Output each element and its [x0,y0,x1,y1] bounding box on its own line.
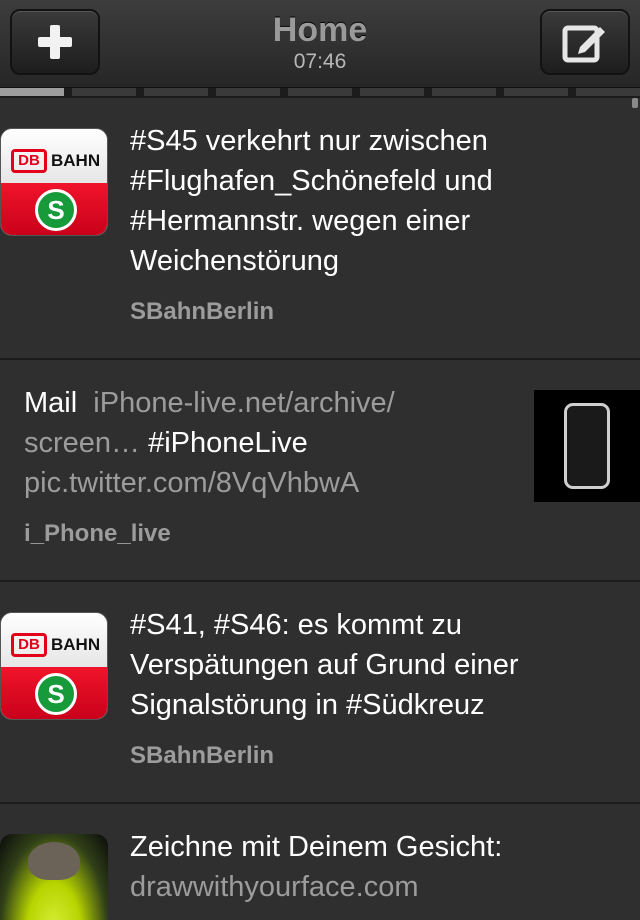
tweet-line: #S41, #S46: es kommt zu [130,609,463,641]
sbahn-icon: S [35,673,77,715]
tweet-link[interactable]: iPhone-live.net/archive/ [93,387,394,419]
tweet-word: Mail [24,387,78,419]
bahn-label: BAHN [51,151,101,170]
db-logo: DB [11,149,47,173]
tab-indicator[interactable] [216,88,284,96]
add-button[interactable] [10,9,100,75]
tweet-line: #Flughafen_Schönefeld und [130,165,493,197]
media-thumbnail[interactable] [534,390,640,502]
compose-icon [562,25,605,63]
tweet-line: Signalstörung in #Südkreuz [130,689,485,721]
sbahn-icon: S [35,189,77,231]
phone-icon [564,403,610,489]
tweet-author[interactable]: SBahnBerlin [130,742,274,770]
tweet-line: Weichenstörung [130,245,340,277]
tab-indicator[interactable] [576,88,640,96]
tweet-link[interactable]: drawwithyourface.com [130,867,502,907]
page-indicator-strip [0,88,640,98]
photo-head [28,842,80,880]
db-logo: DB [11,633,47,657]
tweet-link[interactable]: screen… [24,427,140,459]
tweet-text: Mail iPhone-live.net/archive/ screen… #i… [24,383,395,503]
compose-button[interactable] [540,9,630,75]
avatar[interactable]: DB BAHN S [0,128,108,236]
tweet-row[interactable]: Mail iPhone-live.net/archive/ screen… #i… [0,360,640,582]
tab-indicator[interactable] [144,88,212,96]
tweet-row[interactable]: DB BAHN S #S45 verkehrt nur zwischen #Fl… [0,98,640,360]
tweet-link[interactable]: pic.twitter.com/8VqVhbwA [24,467,359,499]
clock-time: 07:46 [293,50,347,73]
hashtag[interactable]: #iPhoneLive [148,427,308,459]
tweet-row[interactable]: DB BAHN S #S41, #S46: es kommt zu Verspä… [0,582,640,804]
tweet-text: #S45 verkehrt nur zwischen #Flughafen_Sc… [130,121,493,281]
tweet-row[interactable]: Zeichne mit Deinem Gesicht: drawwithyour… [0,804,640,920]
tweet-text: #S41, #S46: es kommt zu Verspätungen auf… [130,605,519,725]
tweet-line: #S45 verkehrt nur zwischen [130,125,488,157]
tab-indicator[interactable] [72,88,140,96]
plus-icon [38,25,72,59]
tweet-line: #Hermannstr. wegen einer [130,205,471,237]
tweet-line: Mail iPhone-live.net/archive/ [24,383,395,423]
tab-indicator[interactable] [504,88,572,96]
title-block: Home 07:46 [160,10,480,74]
bahn-label: BAHN [51,635,101,654]
navigation-bar: Home 07:46 [0,0,640,88]
tweet-author[interactable]: i_Phone_live [24,520,171,548]
avatar[interactable] [0,834,108,920]
tweet-line: Zeichne mit Deinem Gesicht: [130,831,503,863]
timeline-feed[interactable]: DB BAHN S #S45 verkehrt nur zwischen #Fl… [0,98,640,920]
tab-indicator[interactable] [360,88,428,96]
tab-indicator[interactable] [288,88,356,96]
tweet-text: Zeichne mit Deinem Gesicht: drawwithyour… [130,827,502,907]
tweet-line: Verspätungen auf Grund einer [130,649,519,681]
scroll-indicator[interactable] [632,98,638,108]
tweet-line: pic.twitter.com/8VqVhbwA [24,463,395,503]
page-title: Home [272,11,368,49]
tab-indicator-active[interactable] [0,88,68,96]
tweet-author[interactable]: SBahnBerlin [130,298,274,326]
tweet-line: screen… #iPhoneLive [24,423,395,463]
tab-indicator[interactable] [432,88,500,96]
avatar[interactable]: DB BAHN S [0,612,108,720]
